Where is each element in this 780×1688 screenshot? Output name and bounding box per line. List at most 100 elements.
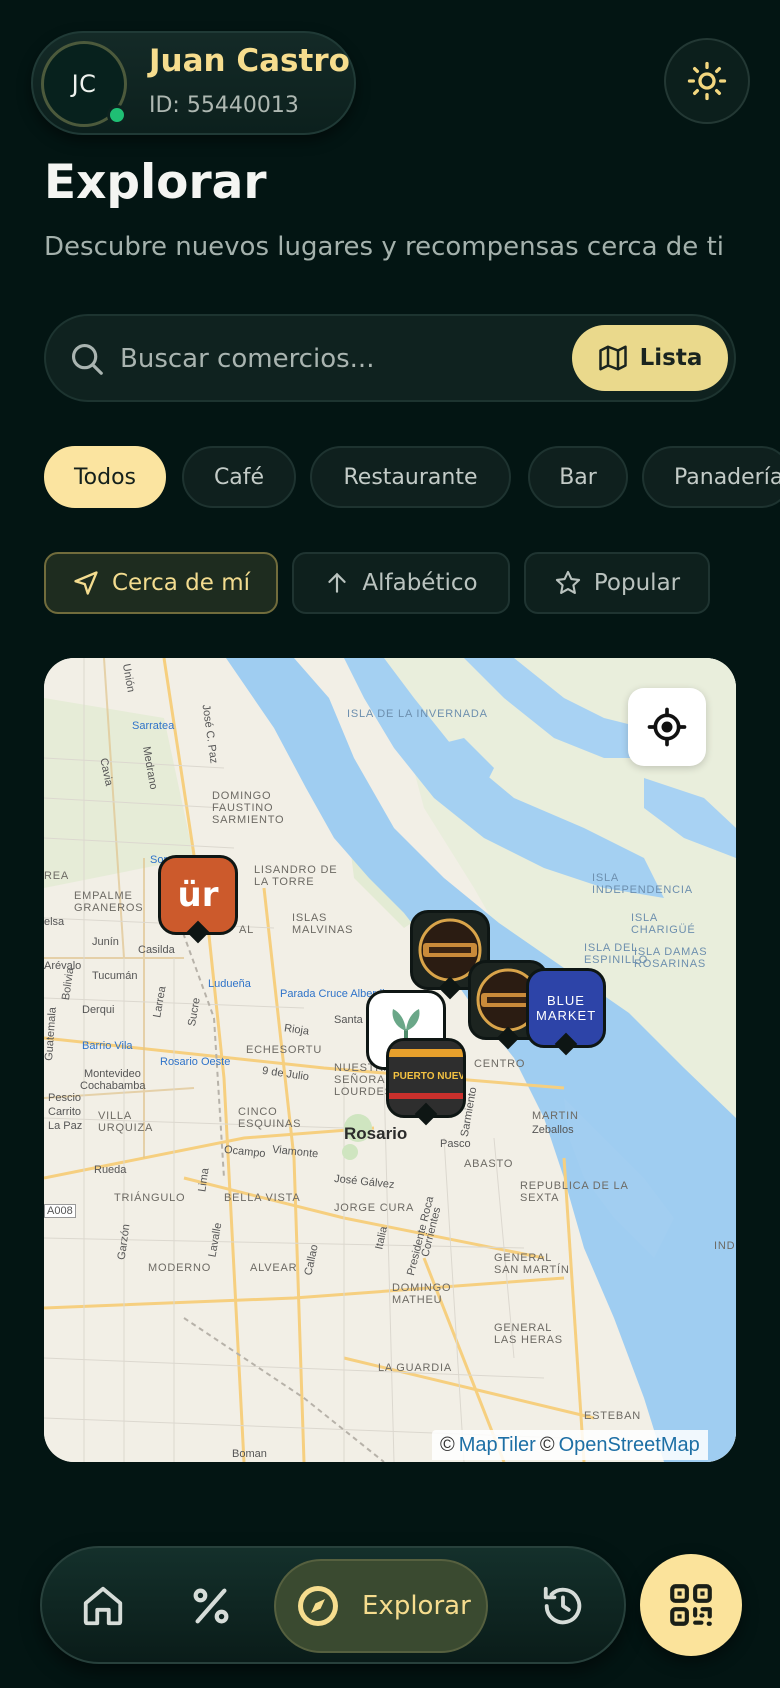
station-label: Sarratea	[132, 720, 175, 732]
qr-code-icon	[670, 1584, 712, 1626]
station-label: Ludueña	[208, 978, 251, 990]
map-label-sarmiento: DOMINGO FAUSTINO SARMIENTO	[212, 790, 285, 826]
street-label: Pasco	[440, 1138, 471, 1150]
street-label: Junín	[92, 936, 119, 948]
list-view-button[interactable]: Lista	[572, 325, 728, 391]
map-label-empalme: EMPALME GRANEROS	[74, 890, 144, 914]
nav-promotions[interactable]	[178, 1573, 244, 1639]
copyright-symbol: ©	[440, 1433, 455, 1456]
chip-label: Bar	[559, 464, 597, 490]
map-label-isla-invernada: ISLA DE LA INVERNADA	[347, 708, 488, 720]
sort-alphabetical-button[interactable]: Alfabético	[292, 552, 510, 614]
chip-label: Café	[213, 464, 265, 490]
street-label: Derqui	[82, 1004, 115, 1016]
street-label: Rueda	[94, 1164, 127, 1176]
map-label-bella-vista: BELLA VISTA	[224, 1192, 301, 1204]
chip-label: Panadería	[674, 464, 780, 490]
station-label: Barrio Vila	[82, 1040, 133, 1052]
chip-cafe[interactable]: Café	[182, 446, 296, 508]
map-label-area: REA	[44, 870, 70, 882]
map-label-villa-urquiza: VILLA URQUIZA	[98, 1110, 154, 1134]
nav-home[interactable]	[70, 1573, 136, 1639]
map-label-isla-damas: ISLA DAMAS ROSARINAS	[634, 946, 708, 970]
search-input[interactable]	[120, 338, 520, 380]
street-label: Carrito	[48, 1106, 82, 1118]
online-status-dot	[107, 105, 127, 125]
locate-me-button[interactable]	[628, 688, 706, 766]
maptiler-link[interactable]: MapTiler	[459, 1434, 536, 1457]
page-title: Explorar	[44, 155, 267, 210]
map-label-isla-independencia: ISLA INDEPENDENCIA	[592, 872, 693, 896]
map-label-echesortu: ECHESORTU	[246, 1044, 323, 1056]
home-icon	[83, 1586, 123, 1626]
search-bar: Lista	[44, 314, 736, 402]
sort-nearby-button[interactable]: Cerca de mí	[44, 552, 278, 614]
chip-bar[interactable]: Bar	[528, 446, 628, 508]
map-label-esteban: ESTEBAN	[584, 1410, 641, 1422]
nav-explore-label: Explorar	[362, 1591, 471, 1621]
street-label: La Paz	[48, 1120, 83, 1132]
chip-panaderia[interactable]: Panadería	[642, 446, 780, 508]
copyright-symbol: ©	[539, 1433, 555, 1456]
map-label-abasto: ABASTO	[464, 1158, 514, 1170]
map-label-al: AL	[239, 924, 255, 936]
sun-icon	[687, 61, 727, 101]
map-label-moderno: MODERNO	[148, 1262, 212, 1274]
map-label-triangulo: TRIÁNGULO	[114, 1192, 186, 1204]
map-label-lisandro: LISANDRO DE LA TORRE	[254, 864, 338, 888]
street-label: Pescio	[48, 1092, 82, 1104]
history-icon	[543, 1586, 582, 1625]
map-label-ind: IND	[714, 1240, 736, 1252]
explore-screen: JC Juan Castro ID: 55440013 Explorar Des…	[0, 0, 780, 1688]
avatar-initials: JC	[71, 70, 97, 98]
street-label: Tucumán	[92, 970, 138, 982]
theme-toggle-button[interactable]	[664, 38, 750, 124]
compass-icon	[298, 1586, 338, 1626]
sort-label: Popular	[593, 570, 681, 596]
search-icon	[71, 343, 103, 375]
chip-label: Restaurante	[343, 464, 478, 490]
qr-scan-button[interactable]	[640, 1554, 742, 1656]
star-icon	[555, 570, 581, 594]
profile-card[interactable]: JC Juan Castro ID: 55440013	[31, 31, 356, 135]
map-label-rosario: Rosario	[344, 1124, 408, 1143]
map-label-las-heras: GENERAL LAS HERAS	[494, 1322, 563, 1346]
map-label-republica: REPUBLICA DE LA SEXTA	[520, 1180, 628, 1204]
sort-label: Alfabético	[362, 570, 478, 596]
list-view-label: Lista	[639, 345, 703, 371]
bottom-nav: Explorar	[40, 1546, 626, 1664]
marker-label: BLUE MARKET	[536, 993, 597, 1023]
sort-popular-button[interactable]: Popular	[524, 552, 710, 614]
map-label-isla-charigue: ISLA CHARIGÜÉ	[631, 912, 696, 936]
map-label-san-martin: GENERAL SAN MARTÍN	[494, 1252, 570, 1276]
navigation-arrow-icon	[74, 571, 98, 595]
map-label-malvinas: ISLAS MALVINAS	[292, 912, 354, 936]
map-label-centro: CENTRO	[474, 1058, 526, 1070]
nav-history[interactable]	[530, 1573, 596, 1639]
crosshair-icon	[647, 707, 687, 747]
route-label: A008	[44, 1204, 76, 1218]
chip-label: Todos	[73, 464, 137, 490]
chip-todos[interactable]: Todos	[44, 446, 166, 508]
arrow-up-icon	[328, 572, 347, 593]
map-label-la-guardia: LA GUARDIA	[378, 1362, 453, 1374]
station-label: Rosario Oeste	[160, 1056, 231, 1068]
map-label-cinco-esquinas: CINCO ESQUINAS	[238, 1106, 302, 1130]
street-label: Boman	[232, 1448, 267, 1460]
map-attribution: © MapTiler © OpenStreetMap	[432, 1430, 708, 1460]
map-icon	[598, 345, 627, 371]
nav-explore[interactable]: Explorar	[274, 1559, 488, 1653]
map-label-alvear: ALVEAR	[250, 1262, 298, 1274]
street-label: Montevideo	[84, 1068, 141, 1080]
user-name: Juan Castro	[149, 43, 350, 79]
page-subtitle: Descubre nuevos lugares y recompensas ce…	[44, 232, 724, 262]
chip-restaurante[interactable]: Restaurante	[310, 446, 511, 508]
map-label-jorge-cura: JORGE CURA	[334, 1202, 415, 1214]
map[interactable]: ISLA DE LA INVERNADA DOMINGO FAUSTINO SA…	[44, 658, 736, 1462]
marker-label: PUERTO NUEVO	[393, 1071, 466, 1082]
openstreetmap-link[interactable]: OpenStreetMap	[559, 1434, 700, 1457]
street-label: Cochabamba	[80, 1080, 146, 1092]
street-label: elsa	[44, 916, 65, 928]
street-label: Zeballos	[532, 1124, 574, 1136]
map-label-domingo-matheu: DOMINGO MATHEU	[392, 1282, 452, 1306]
